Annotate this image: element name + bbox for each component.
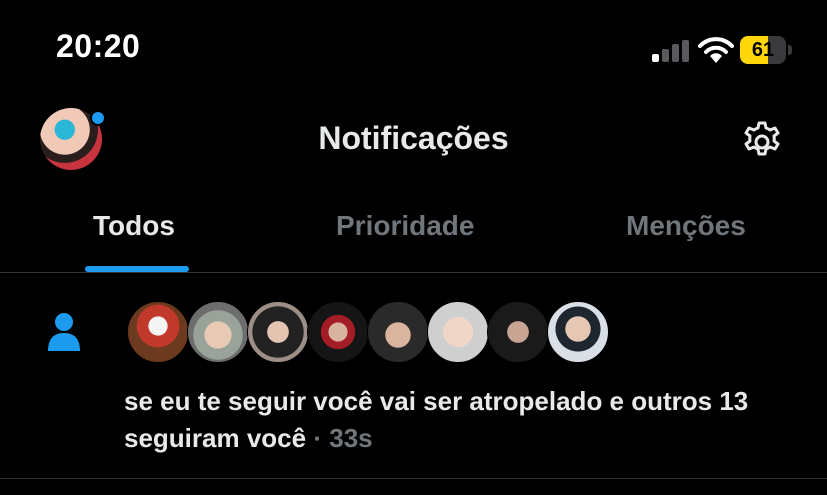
notification-message: se eu te seguir você vai ser atropelado … xyxy=(124,386,749,453)
timestamp: 33s xyxy=(329,423,373,453)
person-icon xyxy=(48,313,80,351)
status-bar: 20:20 61 xyxy=(0,0,827,100)
cellular-signal-icon xyxy=(652,40,689,62)
battery-indicator: 61 xyxy=(740,36,794,64)
battery-cap xyxy=(788,45,792,55)
follower-avatar[interactable] xyxy=(307,301,369,363)
follower-avatar[interactable] xyxy=(127,301,189,363)
follower-avatar[interactable] xyxy=(367,301,429,363)
battery-body: 61 xyxy=(740,36,786,64)
tab-todos[interactable]: Todos xyxy=(93,210,175,242)
tab-mencoes[interactable]: Menções xyxy=(626,210,746,242)
tab-prioridade[interactable]: Prioridade xyxy=(336,210,474,242)
top-header: Notificações xyxy=(0,100,827,180)
follower-avatar[interactable] xyxy=(187,301,249,363)
gear-icon[interactable] xyxy=(740,120,784,164)
follower-avatar[interactable] xyxy=(247,301,309,363)
status-time: 20:20 xyxy=(56,28,141,64)
active-tab-indicator xyxy=(85,266,189,272)
wifi-icon xyxy=(698,37,734,63)
notification-text: se eu te seguir você vai ser atropelado … xyxy=(124,383,814,457)
separator-dot: · xyxy=(313,423,322,453)
battery-level: 61 xyxy=(751,39,775,61)
notification-tabs: Todos Prioridade Menções xyxy=(0,198,827,273)
follow-notification[interactable]: se eu te seguir você vai ser atropelado … xyxy=(0,273,827,479)
follower-avatar[interactable] xyxy=(487,301,549,363)
page-title: Notificações xyxy=(318,120,509,156)
follower-avatar[interactable] xyxy=(427,301,489,363)
follower-avatar[interactable] xyxy=(547,301,609,363)
